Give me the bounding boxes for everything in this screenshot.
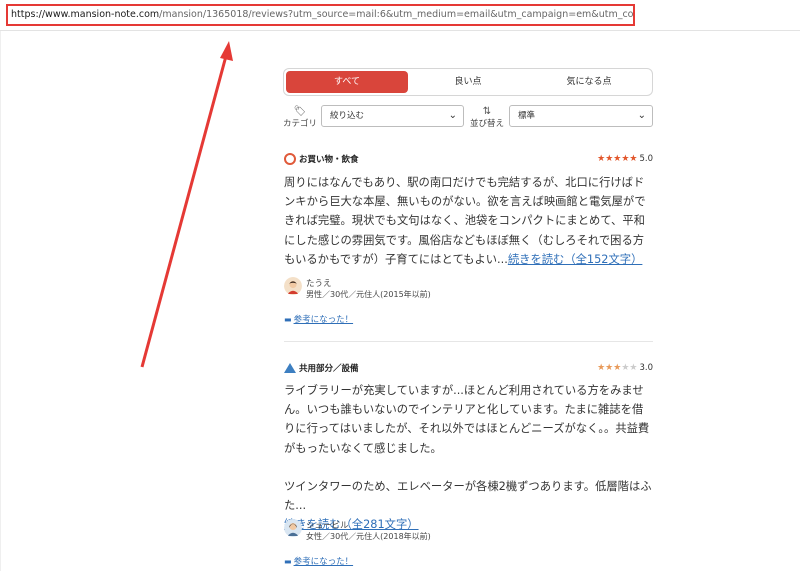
chevron-down-icon: ⌄ [637,110,646,121]
helpful-button[interactable]: ▬ 参考になった！ [284,313,353,325]
review-text-paragraph: ライブラリーが充実していますが...ほとんど利用されている方をみません。いつも誰… [284,384,650,455]
url-field[interactable]: https://www.mansion-note.com/mansion/136… [6,4,635,26]
url-path: /mansion/1365018/reviews?utm_source=mail… [159,9,634,20]
user-meta: 女性／30代／元住人(2018年以前) [306,532,431,541]
review-text: ライブラリーが充実していますが...ほとんど利用されている方をみません。いつも誰… [284,381,654,534]
helpful-button[interactable]: ▬ 参考になった！ [284,555,353,567]
book-icon: ▬ [284,557,292,566]
triangle-fair-icon [284,363,296,373]
user-name: たうえ [306,279,332,289]
helpful-label: 参考になった！ [293,557,354,567]
category-select-value: 絞り込む [330,111,365,121]
sort-icon: ⇅ [482,106,492,117]
browser-address-bar: https://www.mansion-note.com/mansion/136… [0,0,800,31]
category-label-text: カテゴリ [283,119,318,129]
star-rating-icon: ★★★★★ [597,154,638,164]
tab-concerns[interactable]: 気になる点 [528,71,650,93]
review-text-paragraph: ツインタワーのため、エレベーターが各棟2機ずつあります。低層階はふた... [284,479,652,513]
read-more-link[interactable]: 続きを読む（全152文字） [508,253,643,266]
review-score: 5.0 [639,154,653,164]
circle-good-icon [284,153,296,165]
sort-select-value: 標準 [518,111,536,121]
review-category-text: 共用部分／設備 [299,364,359,374]
category-select[interactable]: 絞り込む ⌄ [321,105,464,127]
category-filter-label: 🏷︎ カテゴリ [283,106,317,129]
tab-good-points[interactable]: 良い点 [408,71,528,93]
book-icon: ▬ [284,315,292,324]
star-rating-icon: ★★★★★ [597,363,638,373]
tab-all[interactable]: すべて [286,71,408,93]
review-divider [284,341,653,342]
review-text: 周りにはなんでもあり、駅の南口だけでも完結するが、北口に行けばドンキから巨大な本… [284,173,654,269]
review-rating: ★★★★★ 3.0 [597,363,653,373]
review-category-text: お買い物・飲食 [299,155,359,165]
user-meta: 男性／30代／元住人(2015年以前) [306,290,431,299]
sort-label-text: 並び替え [469,119,504,129]
url-domain: https://www.mansion-note.com [11,9,160,20]
chevron-down-icon: ⌄ [448,110,457,121]
review-category: お買い物・飲食 [284,153,359,165]
avatar [284,519,302,537]
review-rating: ★★★★★ 5.0 [597,154,653,164]
review-tabs: すべて 良い点 気になる点 [283,68,653,96]
review-score: 3.0 [639,363,653,373]
helpful-label: 参考になった！ [293,315,354,325]
user-name: シュービル [306,521,349,531]
page-edge [0,31,1,571]
review-category: 共用部分／設備 [284,362,359,374]
sort-filter-label: ⇅ 並び替え [469,106,505,129]
avatar [284,277,302,295]
sort-select[interactable]: 標準 ⌄ [509,105,653,127]
tag-icon: 🏷︎ [293,106,307,117]
read-more-link[interactable]: 続きを読む（全281文字） [284,518,419,531]
